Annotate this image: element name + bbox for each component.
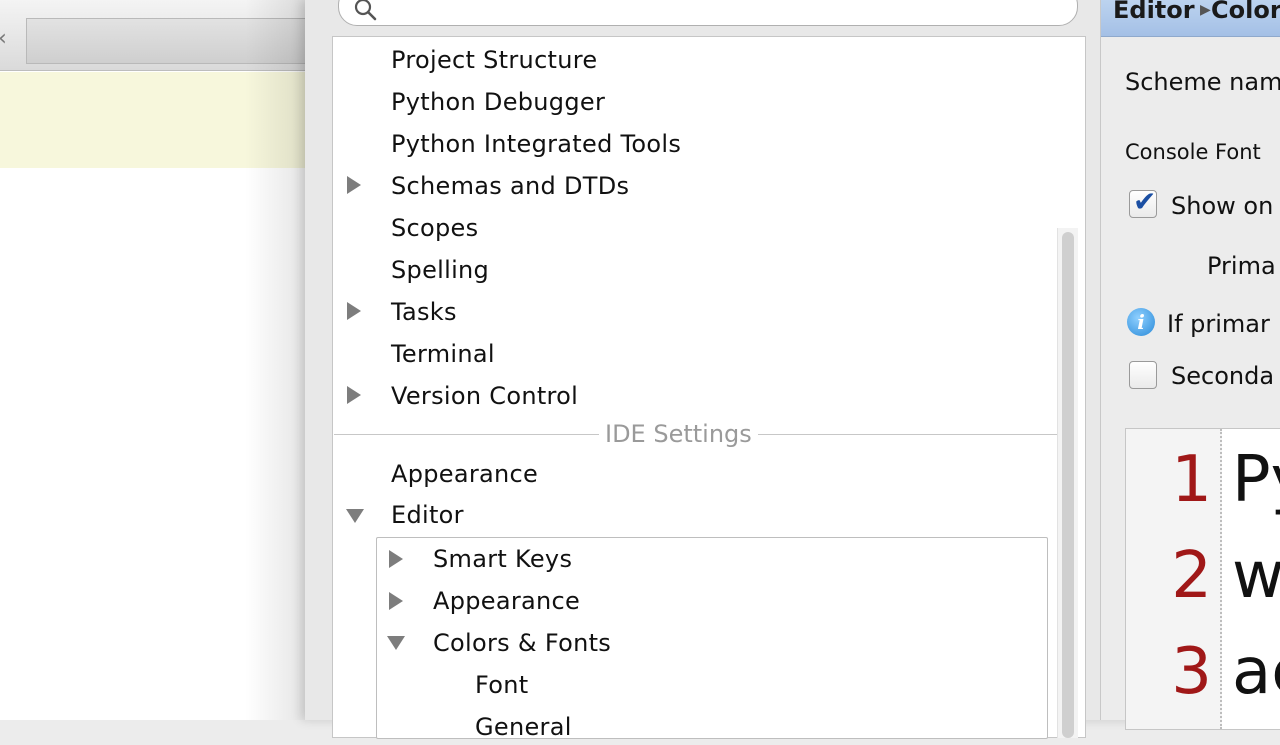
info-message: If primar (1167, 310, 1270, 338)
primary-font-label: Prima (1207, 252, 1276, 280)
preview-gutter: 1 2 3 (1126, 429, 1222, 729)
settings-search-input[interactable] (338, 0, 1078, 26)
breadcrumb-item-editor: Editor (1113, 0, 1195, 24)
collapse-arrow-icon[interactable] (346, 509, 364, 523)
breadcrumb: Editor ▶ Colors & Fonts (1101, 0, 1280, 37)
tree-item-label[interactable]: Terminal (391, 336, 495, 372)
info-icon: i (1127, 308, 1155, 336)
dialog-shadow (245, 0, 305, 720)
secondary-font-label: Seconda (1171, 362, 1275, 390)
line-number: 1 (1171, 443, 1212, 517)
background-editor: ‹ (0, 0, 306, 720)
tree-item-label[interactable]: Editor (391, 497, 464, 533)
scheme-name-label: Scheme nam (1125, 68, 1280, 96)
settings-content-panel: Editor ▶ Colors & Fonts Scheme nam Conso… (1100, 0, 1280, 730)
expand-arrow-icon[interactable] (389, 550, 403, 568)
tree-item-label[interactable]: Project Structure (391, 42, 598, 78)
tree-item-label[interactable]: Version Control (391, 378, 578, 414)
tree-item-label[interactable]: Tasks (391, 294, 457, 330)
tree-item-label[interactable]: Colors & Fonts (433, 625, 611, 661)
tree-item-label[interactable]: Python Debugger (391, 84, 605, 120)
section-label-ide-settings: IDE Settings (599, 416, 758, 452)
preview-code-line: wi (1232, 539, 1280, 613)
editor-subtree: Smart Keys Appearance Colors & Fonts Fon… (376, 537, 1048, 741)
tab-close-icon[interactable]: ‹ (0, 26, 7, 51)
font-preview[interactable]: 1 2 3 Py wi ac (1125, 428, 1280, 730)
expand-arrow-icon[interactable] (347, 302, 361, 320)
console-font-heading: Console Font (1125, 140, 1261, 164)
tree-item-label[interactable]: Scopes (391, 210, 478, 246)
show-only-label: Show on (1171, 192, 1274, 220)
tree-item-label[interactable]: Appearance (391, 456, 538, 492)
tree-item-label[interactable]: Spelling (391, 252, 489, 288)
collapse-arrow-icon[interactable] (387, 636, 405, 650)
checkmark-icon: ✔ (1133, 185, 1157, 218)
tree-item-label[interactable]: General (475, 709, 572, 745)
tree-item-label[interactable]: Font (475, 667, 528, 703)
line-number: 2 (1171, 539, 1212, 613)
show-only-monospaced-checkbox[interactable]: ✔ (1129, 185, 1157, 218)
expand-arrow-icon[interactable] (347, 176, 361, 194)
secondary-font-checkbox[interactable] (1129, 361, 1157, 389)
tree-scrollbar-thumb[interactable] (1062, 232, 1074, 738)
line-number: 3 (1171, 635, 1212, 709)
breadcrumb-separator-icon: ▶ (1200, 2, 1211, 18)
tree-item-label[interactable]: Schemas and DTDs (391, 168, 629, 204)
expand-arrow-icon[interactable] (347, 386, 361, 404)
preview-code-line: ac (1232, 635, 1280, 709)
preview-code-line: Py (1232, 443, 1280, 517)
expand-arrow-icon[interactable] (389, 592, 403, 610)
tree-scrollbar[interactable] (1057, 228, 1078, 738)
tree-item-label[interactable]: Smart Keys (433, 541, 572, 577)
tree-item-label[interactable]: Python Integrated Tools (391, 126, 681, 162)
search-icon (354, 0, 377, 21)
breadcrumb-item-colors-fonts: Colors & Fonts (1211, 0, 1280, 24)
tree-item-label[interactable]: Appearance (433, 583, 580, 619)
